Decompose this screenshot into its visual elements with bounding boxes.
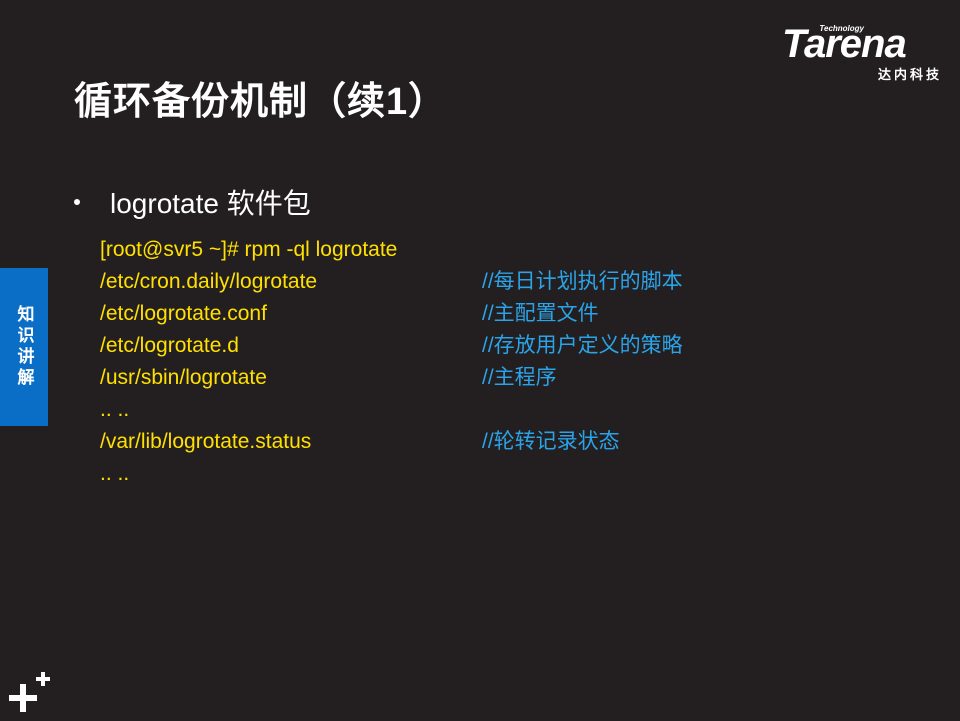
bullet-item: logrotate 软件包	[74, 182, 311, 222]
code-line: /etc/logrotate.conf //主配置文件	[100, 298, 800, 330]
code-command: /usr/sbin/logrotate	[100, 366, 267, 389]
code-block: [root@svr5 ~]# rpm -ql logrotate /etc/cr…	[100, 234, 800, 490]
code-command: .. ..	[100, 398, 130, 421]
code-line: [root@svr5 ~]# rpm -ql logrotate	[100, 234, 800, 266]
code-comment: //轮转记录状态	[482, 430, 620, 453]
logo-wordmark: Tarena	[782, 22, 907, 66]
code-command: [root@svr5 ~]# rpm -ql logrotate	[100, 238, 398, 261]
code-line: /etc/cron.daily/logrotate //每日计划执行的脚本	[100, 266, 800, 298]
code-comment: //存放用户定义的策略	[482, 334, 683, 357]
bullet-text: logrotate 软件包	[110, 188, 311, 219]
code-command: /etc/cron.daily/logrotate	[100, 270, 318, 293]
code-line: /usr/sbin/logrotate //主程序	[100, 362, 800, 394]
code-line: /etc/logrotate.d //存放用户定义的策略	[100, 330, 800, 362]
code-line: .. ..	[100, 458, 800, 490]
side-tab: 知识讲解	[0, 268, 48, 426]
code-comment: //主配置文件	[482, 302, 599, 325]
code-line: /var/lib/logrotate.status //轮转记录状态	[100, 426, 800, 458]
code-command: /etc/logrotate.conf	[100, 302, 267, 325]
code-command: /etc/logrotate.d	[100, 334, 239, 357]
side-tab-label: 知识讲解	[14, 305, 34, 389]
logo-chinese-name: 达内科技	[877, 67, 942, 82]
code-command: /var/lib/logrotate.status	[100, 430, 312, 453]
code-line: .. ..	[100, 394, 800, 426]
code-comment: //主程序	[482, 366, 557, 389]
bullet-dot-icon	[74, 199, 80, 205]
plus-icon	[6, 668, 54, 716]
slide-title: 循环备份机制（续1）	[74, 81, 448, 123]
code-comment: //每日计划执行的脚本	[482, 270, 683, 293]
code-command: .. ..	[100, 462, 130, 485]
tarena-logo: Technology Tarena 达内科技	[780, 22, 948, 82]
